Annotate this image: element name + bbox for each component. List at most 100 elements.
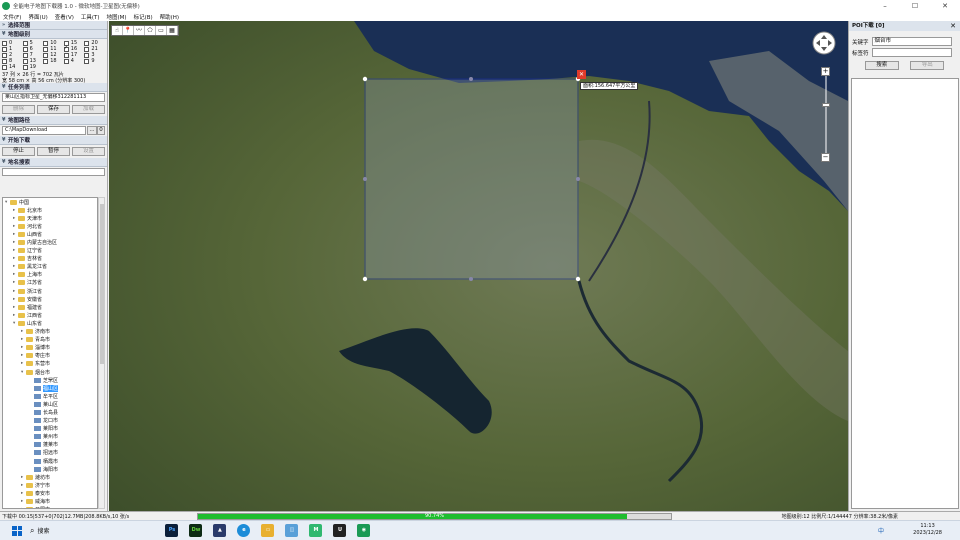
poi-export-button[interactable]: 导出 <box>910 61 945 70</box>
close-selection-icon[interactable]: ✕ <box>577 70 586 79</box>
map-view[interactable]: ✕ 面积:156.647平方公里 + − <box>109 21 848 511</box>
menu-help[interactable]: 帮助(H) <box>160 13 179 21</box>
checkbox-icon[interactable] <box>22 64 28 70</box>
tree-item[interactable]: 福山区 <box>3 384 97 392</box>
tree-item[interactable]: ▸ 潍坊市 <box>3 473 97 481</box>
checkbox-icon[interactable] <box>84 52 90 58</box>
menu-tools[interactable]: 工具(T) <box>81 13 100 21</box>
tree-item[interactable]: ▸ 青岛市 <box>3 336 97 344</box>
search-icon[interactable]: ⌕ <box>30 526 34 536</box>
settings-button[interactable]: 设置 <box>72 147 105 156</box>
tree-item[interactable]: 莱山区 <box>3 400 97 408</box>
close-window-button[interactable]: ✕ <box>930 0 960 12</box>
checkbox-icon[interactable] <box>22 46 28 52</box>
tree-item[interactable]: ▸ 吉林省 <box>3 255 97 263</box>
rectangle-tool-icon[interactable]: ▭ <box>156 26 167 35</box>
checkbox-icon[interactable] <box>22 40 28 46</box>
checkbox-icon[interactable] <box>43 52 49 58</box>
tree-item[interactable]: 蓬莱市 <box>3 441 97 449</box>
zoom-in-button[interactable]: + <box>821 67 830 76</box>
checkbox-icon[interactable] <box>63 52 69 58</box>
level-checkbox[interactable]: 19 <box>22 64 44 70</box>
level-checkbox[interactable]: 4 <box>63 58 85 64</box>
browse-button[interactable]: ... <box>87 126 97 135</box>
checkbox-icon[interactable] <box>43 58 49 64</box>
poi-result-list[interactable] <box>851 78 959 509</box>
line-tool-icon[interactable]: 〰 <box>134 26 145 35</box>
checkbox-icon[interactable] <box>22 52 28 58</box>
checkbox-icon[interactable] <box>2 64 7 70</box>
tree-item[interactable]: 栖霞市 <box>3 457 97 465</box>
section-start-download[interactable]: ¥ 开始下载 <box>0 136 107 145</box>
dreamweaver-icon[interactable]: Dw <box>189 524 203 537</box>
scrollbar-thumb[interactable] <box>100 204 104 364</box>
menu-file[interactable]: 文件(F) <box>3 13 21 21</box>
checkbox-icon[interactable] <box>22 58 28 64</box>
tree-item[interactable]: ▸ 江西省 <box>3 311 97 319</box>
menu-view[interactable]: 查看(V) <box>55 13 74 21</box>
tree-item[interactable]: 莱州市 <box>3 433 97 441</box>
windows-start-icon[interactable] <box>12 525 22 536</box>
map-downloader-icon[interactable]: ◉ <box>357 524 371 537</box>
ime-indicator[interactable]: 中 <box>878 526 884 535</box>
tree-item[interactable]: ▸ 济宁市 <box>3 481 97 489</box>
maximize-button[interactable]: ☐ <box>900 0 930 12</box>
tree-item[interactable]: ▸ 江苏省 <box>3 279 97 287</box>
tree-item[interactable]: ▸ 辽宁省 <box>3 247 97 255</box>
menu-marker[interactable]: 标记(B) <box>134 13 153 21</box>
stop-button[interactable]: 停止 <box>2 147 35 156</box>
taskbar-search-box[interactable]: 搜索 <box>37 526 165 535</box>
checkbox-icon[interactable] <box>43 40 49 46</box>
tree-item[interactable]: ▸ 内蒙古自治区 <box>3 238 97 246</box>
menu-ui[interactable]: 界面(U) <box>28 13 47 21</box>
photos-icon[interactable]: ◫ <box>285 524 299 537</box>
marker-tool-icon[interactable]: 📍 <box>123 26 134 35</box>
file-explorer-icon[interactable]: ▭ <box>261 524 275 537</box>
keyword-input[interactable]: 烟台市 <box>871 37 952 46</box>
open-folder-button[interactable]: 0 <box>97 126 105 135</box>
tree-item[interactable]: ▸ 天津市 <box>3 214 97 222</box>
checkbox-icon[interactable] <box>43 46 49 52</box>
tree-scrollbar[interactable] <box>98 197 105 509</box>
tree-item[interactable]: 长岛县 <box>3 408 97 416</box>
section-select-range[interactable]: » 选择范围 <box>0 21 107 30</box>
checkbox-icon[interactable] <box>84 46 90 52</box>
tag-input[interactable] <box>871 48 952 57</box>
level-checkbox[interactable]: 9 <box>84 58 105 64</box>
tree-item[interactable]: ▸ 济南市 <box>3 328 97 336</box>
tree-item[interactable]: ▸ 福建省 <box>3 303 97 311</box>
section-task-list[interactable]: ¥ 任务列表 <box>0 83 107 92</box>
zoom-out-button[interactable]: − <box>821 153 830 162</box>
checkbox-icon[interactable] <box>63 58 69 64</box>
tree-item[interactable]: ▸ 上海市 <box>3 271 97 279</box>
tree-item[interactable]: 招远市 <box>3 449 97 457</box>
checkbox-icon[interactable] <box>84 58 90 64</box>
tree-item[interactable]: ▸ 浙江省 <box>3 287 97 295</box>
poi-search-button[interactable]: 搜索 <box>864 61 899 70</box>
green-app-icon[interactable]: M <box>309 524 323 537</box>
pause-button[interactable]: 暂停 <box>37 147 70 156</box>
tree-item[interactable]: ▸ 山西省 <box>3 230 97 238</box>
tree-item[interactable]: 莱阳市 <box>3 425 97 433</box>
minimize-button[interactable]: – <box>870 0 900 12</box>
tree-item[interactable]: ▸日照市 <box>3 506 97 508</box>
task-select[interactable]: 莱山区指标卫星_无偏移312281113 <box>2 93 105 102</box>
tree-item[interactable]: ▾ 烟台市 <box>3 368 97 376</box>
checkbox-icon[interactable] <box>2 58 7 64</box>
section-place-search[interactable]: ¥ 地名搜索 <box>0 158 107 167</box>
tree-item[interactable]: ▸ 北京市 <box>3 206 97 214</box>
polygon-tool-icon[interactable]: ⬠ <box>145 26 156 35</box>
tree-item[interactable]: 芝罘区 <box>3 376 97 384</box>
zoom-slider-handle[interactable] <box>822 103 830 107</box>
delete-button[interactable]: 删除 <box>2 105 35 114</box>
menu-map[interactable]: 地图(M) <box>107 13 127 21</box>
save-button[interactable]: 保存 <box>37 105 70 114</box>
pan-tool-icon[interactable]: ☝ <box>112 26 123 35</box>
tree-item[interactable]: 牟平区 <box>3 392 97 400</box>
checkbox-icon[interactable] <box>2 52 7 58</box>
close-panel-icon[interactable]: ✕ <box>950 21 956 31</box>
photoshop-icon[interactable]: Ps <box>165 524 179 537</box>
section-map-path[interactable]: ¥ 地图路径 <box>0 116 107 125</box>
tree-item[interactable]: ▸ 威海市 <box>3 497 97 505</box>
edge-browser-icon[interactable]: e <box>237 524 251 537</box>
